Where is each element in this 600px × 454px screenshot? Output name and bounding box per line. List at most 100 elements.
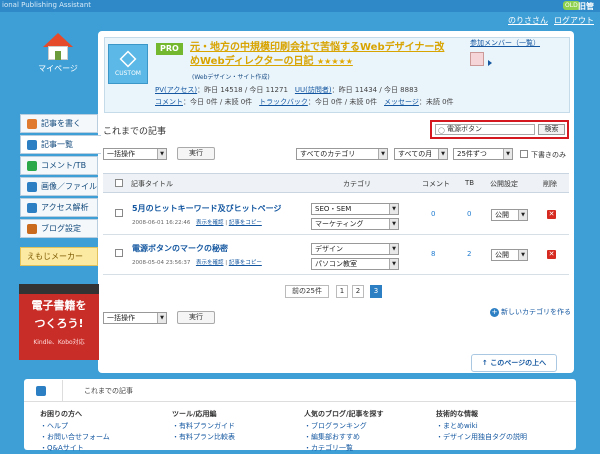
comment-values: ：今日 0件 / 未読 0件 xyxy=(183,98,253,106)
article-meta: 2008-05-04 23:56:37 表示を確認 | 記事をコピー xyxy=(132,260,262,266)
footer-link[interactable]: ・ブログランキング xyxy=(304,421,384,432)
member-avatar[interactable] xyxy=(470,52,484,66)
sidebar-item-write[interactable]: 記事を書く xyxy=(20,114,98,133)
sidebar-item-articles[interactable]: 記事一覧 xyxy=(20,135,101,154)
article-date: 2008-05-04 23:56:37 xyxy=(132,260,191,266)
footer-link[interactable]: ・Q&Aサイト xyxy=(40,443,110,454)
sidebar-item-analytics[interactable]: アクセス解析 xyxy=(20,198,98,217)
uu-values: ：昨日 11434 / 今日 8883 xyxy=(331,86,418,94)
ebook-ad-banner[interactable]: 電子書籍を つくろう! Kindle、Kobo対応 xyxy=(19,284,99,360)
ad-line2: つくろう! xyxy=(34,317,84,330)
article-title-link[interactable]: 電源ボタンのマークの秘密 xyxy=(132,243,228,254)
footer-link[interactable]: ・編集部おすすめ xyxy=(304,432,384,443)
preview-link[interactable]: 表示を確認 xyxy=(196,220,224,226)
pager-prev[interactable]: 前の25件 xyxy=(285,285,329,298)
mypage-button[interactable]: マイページ xyxy=(28,33,88,79)
copy-link[interactable]: 記事をコピー xyxy=(229,260,262,266)
bulk-action-select[interactable]: 一括操作 ▼ xyxy=(103,148,167,160)
new-category-link[interactable]: + 新しいカテゴリを作る xyxy=(490,307,571,317)
emoji-maker-button[interactable]: えもじメーカー xyxy=(20,247,98,266)
month-filter-select[interactable]: すべての月 ▼ xyxy=(394,148,448,160)
members-box: 参加メンバー（一覧） xyxy=(470,38,540,68)
category-filter-select[interactable]: すべてのカテゴリ ▼ xyxy=(296,148,388,160)
footer-col-help: お困りの方へ・ヘルプ ・お問い合せフォーム ・Q&Aサイト xyxy=(40,409,110,454)
search-input[interactable]: ◯ 電源ボタン xyxy=(435,124,535,135)
execute-button[interactable]: 実行 xyxy=(177,147,215,160)
message-values: ：未読 0件 xyxy=(418,98,454,106)
footer-heading: ツール/応用編 xyxy=(172,410,217,418)
sidebar-item-settings[interactable]: ブログ設定 xyxy=(20,219,98,238)
pv-link[interactable]: PV(アクセス) xyxy=(155,86,197,94)
category2-select[interactable]: パソコン教室 ▼ xyxy=(311,258,399,270)
pv-values: ：昨日 14518 / 今日 11271 xyxy=(197,86,288,94)
copy-link[interactable]: 記事をコピー xyxy=(229,220,262,226)
bulk-action-value: 一括操作 xyxy=(107,314,135,322)
per-page-select[interactable]: 25件ずつ ▼ xyxy=(453,148,513,160)
row-checkbox[interactable] xyxy=(115,209,123,217)
bulk-action-select-bottom[interactable]: 一括操作 ▼ xyxy=(103,312,167,324)
search-button[interactable]: 検索 xyxy=(538,124,565,135)
blog-thumbnail[interactable]: CUSTOM xyxy=(108,44,148,84)
arrow-right-icon[interactable] xyxy=(488,60,492,66)
sidebar-item-comments[interactable]: コメント/TB xyxy=(20,156,98,175)
footer-link[interactable]: ・ヘルプ xyxy=(40,421,110,432)
row-checkbox[interactable] xyxy=(115,249,123,257)
message-link[interactable]: メッセージ xyxy=(384,98,419,106)
chevron-down-icon: ▼ xyxy=(503,149,512,159)
logout-link[interactable]: ログアウト xyxy=(554,16,594,25)
execute-button-bottom[interactable]: 実行 xyxy=(177,311,215,324)
tb-count[interactable]: 2 xyxy=(467,250,471,258)
category1-select[interactable]: デザイン ▼ xyxy=(311,243,399,255)
chevron-down-icon: ▼ xyxy=(157,313,166,323)
comment-count[interactable]: 0 xyxy=(431,210,435,218)
status-select[interactable]: 公開 ▼ xyxy=(491,249,528,261)
category2-value: マーケティング xyxy=(315,220,364,228)
pro-badge: PRO xyxy=(156,43,183,55)
search-icon: ◯ xyxy=(438,127,445,134)
footer-link[interactable]: ・カテゴリ一覧 xyxy=(304,443,384,454)
sidebar-item-label: アクセス解析 xyxy=(41,203,89,212)
preview-link[interactable]: 表示を確認 xyxy=(196,260,224,266)
comment-link[interactable]: コメント xyxy=(155,98,183,106)
sidebar-item-images[interactable]: 画像／ファイル xyxy=(20,177,98,196)
delete-icon[interactable]: ✕ xyxy=(547,250,556,259)
footer-heading: お困りの方へ xyxy=(40,410,82,418)
pager-page-3[interactable]: 3 xyxy=(370,285,382,298)
footer-link[interactable]: ・お問い合せフォーム xyxy=(40,432,110,443)
blog-title-link[interactable]: 元・地方の中規模印刷会社で苦悩するWebデザイナー改めWebディレクターの日記 … xyxy=(190,41,445,69)
user-line: のりささん ログアウト xyxy=(508,15,594,26)
bulk-action-value: 一括操作 xyxy=(107,150,135,158)
delete-icon[interactable]: ✕ xyxy=(547,210,556,219)
page-title: これまでの記事 xyxy=(103,127,167,137)
pager-page-1[interactable]: 1 xyxy=(336,285,348,298)
article-title-link[interactable]: 5月のヒットキーワード及びヒットページ xyxy=(132,203,281,214)
footer-col-tools: ツール/応用編・有料プランガイド ・有料プラン比較表 xyxy=(172,409,235,443)
draft-only-checkbox[interactable] xyxy=(520,150,528,158)
plus-icon: + xyxy=(490,308,499,317)
select-all-checkbox[interactable] xyxy=(115,179,123,187)
trackback-link[interactable]: トラックバック xyxy=(259,98,308,106)
back-to-top-button[interactable]: ↑ このページの上へ xyxy=(471,354,557,372)
uu-link[interactable]: UU(訪問者) xyxy=(295,86,332,94)
user-name[interactable]: のりささん xyxy=(508,16,548,25)
search-value: 電源ボタン xyxy=(447,125,482,133)
speech-bubble-icon xyxy=(27,160,37,171)
custom-label: CUSTOM xyxy=(115,70,141,77)
tb-count[interactable]: 0 xyxy=(467,210,471,218)
search-box: ◯ 電源ボタン 検索 xyxy=(430,120,569,139)
footer-link[interactable]: ・有料プランガイド xyxy=(172,421,235,432)
footer-link[interactable]: ・デザイン用独自タグの説明 xyxy=(436,432,527,443)
category2-value: パソコン教室 xyxy=(315,260,357,268)
home-icon[interactable] xyxy=(36,386,46,396)
blog-category[interactable]: (Webデザイン・サイト作成) xyxy=(192,72,270,81)
category2-select[interactable]: マーケティング ▼ xyxy=(311,218,399,230)
footer-link[interactable]: ・有料プラン比較表 xyxy=(172,432,235,443)
col-comments: コメント xyxy=(422,180,450,188)
old-admin-link[interactable]: 旧管 xyxy=(578,1,594,12)
pager-page-2[interactable]: 2 xyxy=(352,285,364,298)
comment-count[interactable]: 8 xyxy=(431,250,435,258)
footer-link[interactable]: ・まとめwiki xyxy=(436,421,527,432)
members-link[interactable]: 参加メンバー（一覧） xyxy=(470,38,540,48)
category1-select[interactable]: SEO・SEM ▼ xyxy=(311,203,399,215)
status-select[interactable]: 公開 ▼ xyxy=(491,209,528,221)
